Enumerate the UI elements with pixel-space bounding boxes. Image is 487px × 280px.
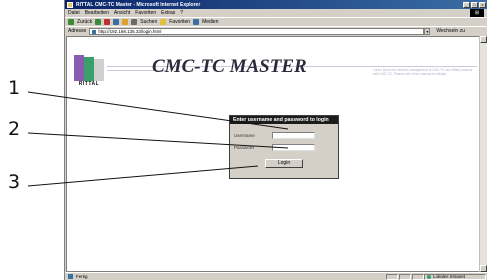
status-text: Fertig bbox=[76, 274, 88, 279]
callout-3: 3 bbox=[8, 171, 21, 193]
menu-item-view[interactable]: Ansicht bbox=[114, 10, 130, 16]
title-bar[interactable]: RITTAL CMC-TC Master - Microsoft Interne… bbox=[65, 0, 487, 9]
menu-item-edit[interactable]: Bearbeiten bbox=[85, 10, 109, 16]
windows-logo-icon: ⊞ bbox=[470, 9, 484, 17]
window-title: RITTAL CMC-TC Master - Microsoft Interne… bbox=[76, 1, 201, 8]
password-field[interactable] bbox=[272, 144, 315, 151]
close-button[interactable]: x bbox=[479, 1, 486, 8]
back-button[interactable]: Zurück bbox=[77, 19, 92, 25]
favorites-icon[interactable] bbox=[160, 19, 167, 25]
search-icon[interactable] bbox=[131, 19, 138, 25]
browser-window: RITTAL CMC-TC Master - Microsoft Interne… bbox=[64, 0, 487, 280]
browser-icon bbox=[67, 1, 73, 8]
username-label: Username bbox=[234, 133, 255, 138]
address-label: Adresse bbox=[68, 28, 87, 34]
stop-icon[interactable] bbox=[104, 19, 111, 25]
page-title: CMC-TC MASTER bbox=[152, 56, 307, 77]
media-button[interactable]: Medien bbox=[202, 19, 218, 25]
menu-item-help[interactable]: ? bbox=[180, 10, 183, 16]
brand-name: RITTAL bbox=[78, 81, 100, 87]
media-icon[interactable] bbox=[193, 19, 200, 25]
zone-text: Lokales Intranet bbox=[433, 274, 466, 279]
menu-item-file[interactable]: Datei bbox=[68, 10, 80, 16]
menu-item-tools[interactable]: Extras bbox=[161, 10, 175, 16]
password-label: Password bbox=[234, 145, 254, 150]
page-content: RITTAL CMC-TC MASTER Lorem ipsum for net… bbox=[66, 36, 480, 272]
status-cell bbox=[412, 273, 424, 280]
go-button[interactable]: Wechseln zu bbox=[436, 28, 465, 34]
window-controls: _ □ x bbox=[463, 1, 486, 8]
search-button[interactable]: Suchen bbox=[140, 19, 157, 25]
callout-2: 2 bbox=[8, 118, 21, 140]
status-bar: Fertig Lokales Intranet bbox=[65, 272, 487, 280]
scroll-up-icon[interactable] bbox=[480, 36, 487, 43]
page-header: RITTAL CMC-TC MASTER Lorem ipsum for net… bbox=[67, 52, 479, 88]
login-button[interactable]: Login bbox=[265, 159, 303, 168]
toolbar: Zurück Suchen Favoriten Medien bbox=[65, 17, 487, 26]
minimize-button[interactable]: _ bbox=[463, 1, 470, 8]
address-input[interactable]: http://192.168.135.33/login.html bbox=[89, 27, 425, 35]
login-heading: Enter username and password to login bbox=[230, 116, 338, 124]
back-arrow-icon[interactable] bbox=[68, 19, 74, 25]
menu-bar: Datei Bearbeiten Ansicht Favoriten Extra… bbox=[65, 9, 487, 17]
scroll-down-icon[interactable] bbox=[480, 265, 487, 272]
callout-1: 1 bbox=[8, 77, 21, 99]
favorites-button[interactable]: Favoriten bbox=[169, 19, 190, 25]
security-zone: Lokales Intranet bbox=[424, 273, 486, 280]
username-field[interactable] bbox=[272, 132, 315, 139]
menu-item-favorites[interactable]: Favoriten bbox=[135, 10, 156, 16]
address-dropdown-icon[interactable]: ▾ bbox=[424, 27, 431, 35]
vertical-scrollbar[interactable] bbox=[479, 36, 487, 272]
status-cell bbox=[399, 273, 411, 280]
address-bar: Adresse http://192.168.135.33/login.html… bbox=[65, 26, 487, 35]
status-cells bbox=[386, 273, 424, 280]
refresh-icon[interactable] bbox=[113, 19, 120, 25]
intranet-icon bbox=[427, 274, 431, 279]
header-note: Lorem ipsum for network-management of CM… bbox=[373, 68, 473, 76]
page-status-icon bbox=[68, 274, 73, 279]
rittal-logo: RITTAL bbox=[74, 55, 104, 87]
maximize-button[interactable]: □ bbox=[471, 1, 478, 8]
status-cell bbox=[386, 273, 398, 280]
forward-arrow-icon[interactable] bbox=[95, 19, 102, 25]
home-icon[interactable] bbox=[122, 19, 129, 25]
login-dialog: Enter username and password to login Use… bbox=[229, 115, 339, 179]
